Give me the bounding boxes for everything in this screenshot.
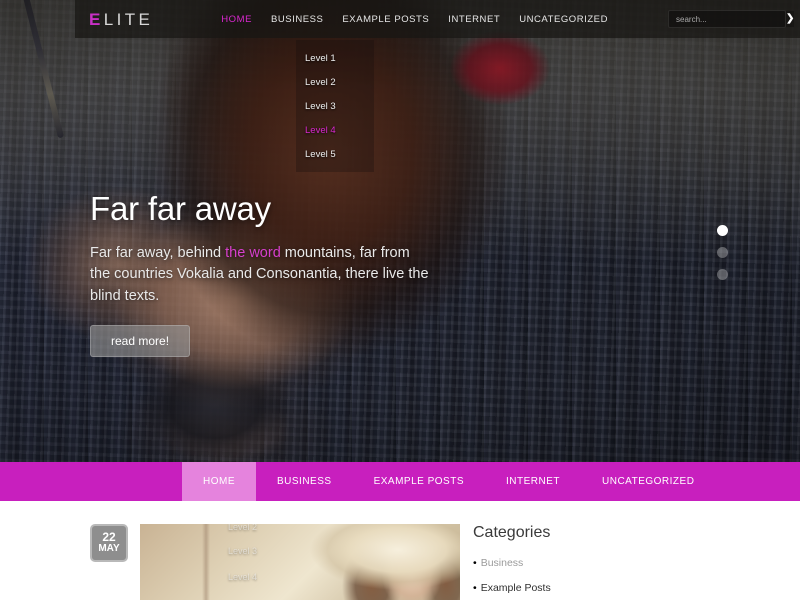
nav-item-internet[interactable]: INTERNET — [448, 14, 500, 25]
category-link-business[interactable]: Business — [481, 557, 524, 569]
hero-description: Far far away, behind the word mountains,… — [90, 243, 430, 307]
dropdown-item-level-5[interactable]: Level 5 — [296, 142, 374, 166]
magenta-nav-item-uncategorized[interactable]: UNCATEGORIZED — [581, 462, 715, 501]
site-logo[interactable]: ELITE — [89, 11, 153, 28]
nav-item-uncategorized[interactable]: UNCATEGORIZED — [519, 14, 608, 25]
magenta-nav-item-home[interactable]: HOME — [182, 462, 256, 501]
hero-desc-highlight: the word — [225, 244, 281, 261]
content-area: 22 MAY Level 2 Level 3 Level 4 Categorie… — [0, 501, 800, 600]
hero-slider: ELITE HOME BUSINESS EXAMPLE POSTS INTERN… — [0, 0, 800, 462]
sidebar: Categories • Business • Example Posts — [460, 524, 800, 600]
nav-item-home[interactable]: HOME — [221, 14, 252, 25]
nav-item-business[interactable]: BUSINESS — [271, 14, 323, 25]
category-link-example-posts[interactable]: Example Posts — [481, 582, 551, 594]
thumbnail-overlay-label-1: Level 2 — [228, 524, 258, 532]
dropdown-item-level-3[interactable]: Level 3 — [296, 94, 374, 118]
post-date-month: MAY — [98, 543, 120, 555]
post-thumbnail-image[interactable]: Level 2 Level 3 Level 4 — [140, 524, 460, 600]
category-item-example-posts: • Example Posts — [473, 580, 800, 596]
hero-title: Far far away — [90, 190, 271, 227]
thumbnail-overlay-label-2: Level 3 — [228, 546, 258, 556]
slider-dot-3[interactable] — [717, 269, 728, 280]
chevron-right-icon: ❯ — [786, 13, 795, 24]
magenta-nav-item-example-posts[interactable]: EXAMPLE POSTS — [353, 462, 485, 501]
hero-desc-part1: Far far away, behind — [90, 244, 226, 261]
slider-pagination — [717, 225, 728, 280]
dropdown-item-level-1[interactable]: Level 1 — [296, 46, 374, 70]
slider-dot-2[interactable] — [717, 247, 728, 258]
category-item-business: • Business — [473, 555, 800, 571]
nav-item-example-posts[interactable]: EXAMPLE POSTS — [342, 14, 429, 25]
dropdown-menu-levels: Level 1 Level 2 Level 3 Level 4 Level 5 — [296, 40, 374, 172]
slider-dot-1[interactable] — [717, 225, 728, 236]
search-submit-button[interactable]: ❯ — [786, 11, 795, 27]
sidebar-title-categories: Categories — [473, 524, 551, 541]
dropdown-item-level-4[interactable]: Level 4 — [296, 118, 374, 142]
thumbnail-overlay-label-3: Level 4 — [228, 572, 258, 582]
secondary-navigation-bar: HOME BUSINESS EXAMPLE POSTS INTERNET UNC… — [0, 462, 800, 501]
magenta-nav-item-internet[interactable]: INTERNET — [485, 462, 581, 501]
post-date-badge: 22 MAY — [90, 524, 128, 562]
magenta-nav-item-business[interactable]: BUSINESS — [256, 462, 353, 501]
dropdown-item-level-2[interactable]: Level 2 — [296, 70, 374, 94]
read-more-button[interactable]: read more! — [90, 325, 191, 358]
hero-caption: Far far away Far far away, behind the wo… — [90, 190, 470, 358]
primary-navigation: HOME BUSINESS EXAMPLE POSTS INTERNET UNC… — [221, 14, 608, 25]
search-box: ❯ — [668, 10, 795, 28]
logo-text: LITE — [103, 9, 154, 29]
post-list: 22 MAY Level 2 Level 3 Level 4 — [0, 524, 460, 600]
search-input[interactable] — [669, 14, 786, 24]
bullet-icon: • — [473, 557, 477, 569]
categories-list: • Business • Example Posts — [473, 555, 800, 597]
site-header: ELITE HOME BUSINESS EXAMPLE POSTS INTERN… — [75, 0, 800, 38]
bullet-icon: • — [473, 582, 477, 595]
logo-accent-letter: E — [89, 9, 104, 29]
